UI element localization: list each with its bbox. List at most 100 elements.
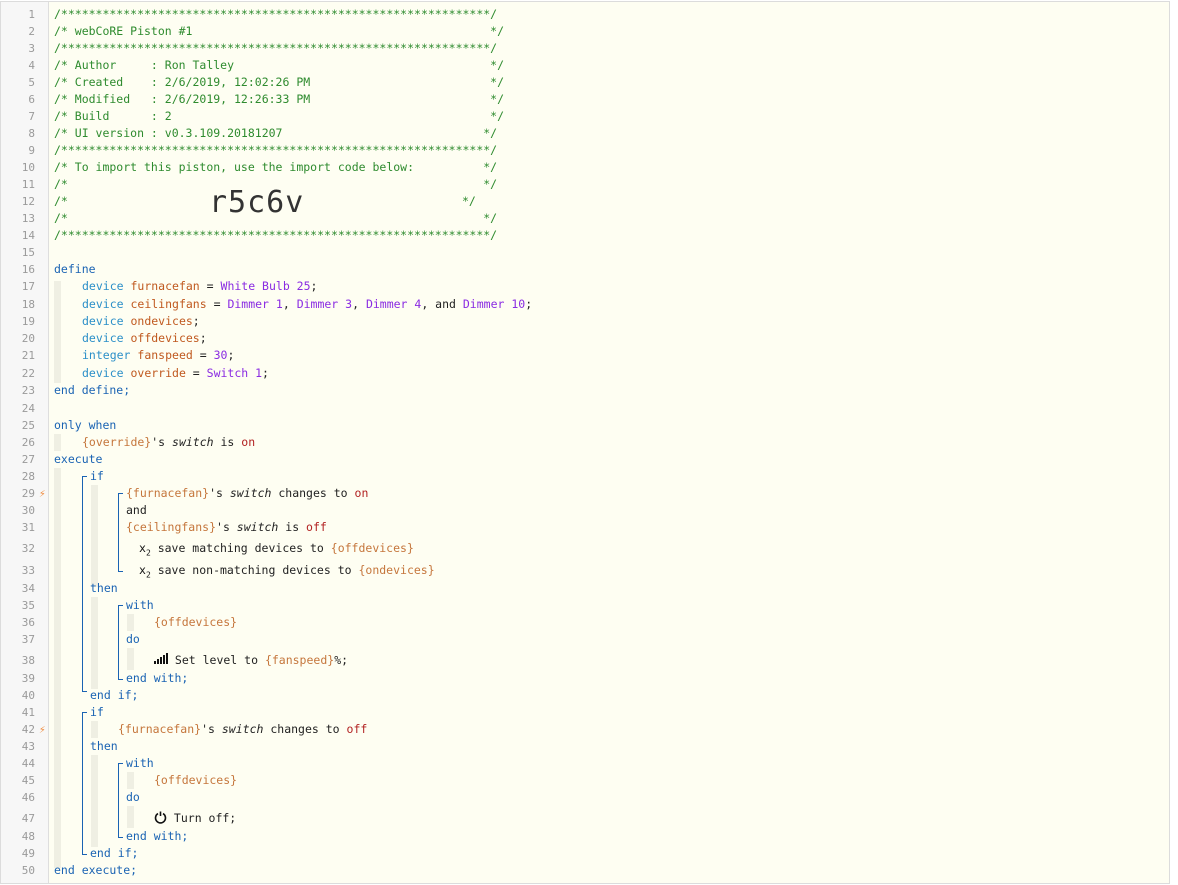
percent-suffix: %; [334, 653, 349, 667]
with-keyword[interactable]: with [126, 755, 154, 772]
comment-ui-version: /* UI version : v0.3.109.20181207 */ [54, 126, 498, 140]
comment-title: /* webCoRE Piston #1 */ [54, 24, 505, 38]
save-nonmatching-line[interactable]: x2 save non-matching devices to {ondevic… [139, 562, 435, 583]
indent-guide [127, 648, 134, 670]
line-number: 31 [21, 521, 35, 534]
ceilingfans-value-3: Dimmer 4 [365, 297, 422, 311]
define-furnacefan-line[interactable]: device furnacefan = White Bulb 25; [82, 278, 317, 295]
only-when-keyword[interactable]: only when [54, 417, 116, 434]
set-level-task[interactable]: Set level to {fanspeed}%; [154, 652, 348, 669]
line-number: 29 [21, 487, 35, 500]
semicolon: ; [262, 366, 269, 380]
comma: , [282, 297, 297, 311]
define-fanspeed-line[interactable]: integer fanspeed = 30; [82, 347, 234, 364]
semicolon: ; [227, 348, 235, 362]
override-ref: {override} [82, 435, 152, 449]
furnacefan-value: White Bulb 25 [220, 279, 311, 293]
offdevices-ref[interactable]: {offdevices} [154, 614, 237, 631]
define-keyword[interactable]: define [54, 261, 96, 278]
line-number: 33 [21, 564, 35, 577]
end-if-keyword[interactable]: end if; [90, 845, 138, 862]
line-number: 16 [21, 263, 35, 276]
end-with-keyword[interactable]: end with; [126, 828, 188, 845]
define-override-line[interactable]: device override = Switch 1; [82, 365, 269, 382]
on-value: on [354, 486, 369, 500]
indent-guide [127, 806, 134, 828]
condition-furnacefan-on[interactable]: {furnacefan}'s switch changes to on [126, 485, 368, 502]
possessive: 's [209, 486, 230, 500]
if-block-bracket-end [82, 851, 87, 855]
line-number: 38 [21, 654, 35, 667]
lightning-trigger-icon: ⚡ [39, 487, 46, 500]
fanspeed-var: fanspeed [137, 348, 193, 362]
integer-keyword: integer [82, 348, 131, 362]
condition-furnacefan-off[interactable]: {furnacefan}'s switch changes to off [118, 721, 367, 738]
equals: = [192, 348, 214, 362]
end-with-keyword[interactable]: end with; [126, 670, 188, 687]
then-keyword[interactable]: then [90, 738, 118, 755]
then-keyword[interactable]: then [90, 580, 118, 597]
line-number: 6 [28, 93, 35, 106]
line-number: 17 [21, 280, 35, 293]
save-nonmatching-text: save non-matching devices to [150, 563, 359, 577]
line-number: 2 [28, 25, 35, 38]
device-keyword: device [82, 314, 124, 328]
ceilingfans-value-1: Dimmer 1 [227, 297, 283, 311]
line-number: 50 [21, 864, 35, 877]
line-number: 22 [21, 367, 35, 380]
import-code[interactable]: r5c6v [209, 186, 304, 220]
if-block-bracket [82, 476, 87, 691]
is-operator: is [213, 435, 242, 449]
turn-off-task[interactable]: Turn off; [154, 810, 236, 827]
set-level-text: Set level to [168, 653, 265, 667]
line-number: 8 [28, 127, 35, 140]
ondevices-var: ondevices [130, 314, 193, 328]
device-keyword: device [82, 366, 124, 380]
changes-to-operator: changes to [271, 486, 355, 500]
possessive: 's [151, 435, 173, 449]
comment-author: /* Author : Ron Talley */ [54, 58, 505, 72]
with-keyword[interactable]: with [126, 597, 154, 614]
end-if-keyword[interactable]: end if; [90, 687, 138, 704]
fanspeed-ref: {fanspeed} [264, 653, 335, 667]
indent-guide [91, 755, 98, 847]
comment-border: /***************************************… [54, 228, 498, 242]
line-number: 40 [21, 689, 35, 702]
indent-guide [127, 772, 134, 789]
end-execute-keyword[interactable]: end execute; [54, 862, 137, 879]
save-matching-line[interactable]: x2 save matching devices to {offdevices} [139, 540, 414, 561]
and-operator[interactable]: and [126, 502, 147, 519]
define-ondevices-line[interactable]: device ondevices; [82, 313, 200, 330]
line-number: 7 [28, 110, 35, 123]
define-offdevices-line[interactable]: device offdevices; [82, 330, 207, 347]
end-define-keyword[interactable]: end define; [54, 382, 130, 399]
override-var: override [130, 366, 186, 380]
offdevices-ref: {offdevices} [330, 541, 414, 555]
comment-close: */ [462, 194, 476, 208]
possessive: 's [216, 520, 237, 534]
comment-border: /***************************************… [54, 7, 498, 21]
furnacefan-var: furnacefan [130, 279, 200, 293]
do-keyword[interactable]: do [126, 631, 140, 648]
lightning-trigger-icon: ⚡ [39, 723, 46, 736]
execute-keyword[interactable]: execute [54, 451, 102, 468]
x-squared-variable-icon: x2 [139, 563, 151, 580]
define-ceilingfans-line[interactable]: device ceilingfans = Dimmer 1, Dimmer 3,… [82, 296, 532, 313]
line-number: 24 [21, 402, 35, 415]
save-matching-text: save matching devices to [150, 541, 331, 555]
device-keyword: device [82, 279, 124, 293]
if-keyword[interactable]: if [90, 704, 104, 721]
line-number: 1 [28, 8, 35, 21]
line-number: 49 [21, 847, 35, 860]
do-keyword[interactable]: do [126, 789, 140, 806]
line-number: 37 [21, 633, 35, 646]
only-when-condition[interactable]: {override}'s switch is on [82, 434, 255, 451]
indent-guide [91, 721, 98, 738]
line-number: 30 [21, 504, 35, 517]
line-number: 27 [21, 453, 35, 466]
comment-import-note: /* To import this piston, use the import… [54, 160, 498, 174]
line-number: 4 [28, 59, 35, 72]
if-keyword[interactable]: if [90, 468, 104, 485]
offdevices-ref[interactable]: {offdevices} [154, 772, 237, 789]
condition-ceilingfans-off[interactable]: {ceilingfans}'s switch is off [126, 519, 327, 536]
